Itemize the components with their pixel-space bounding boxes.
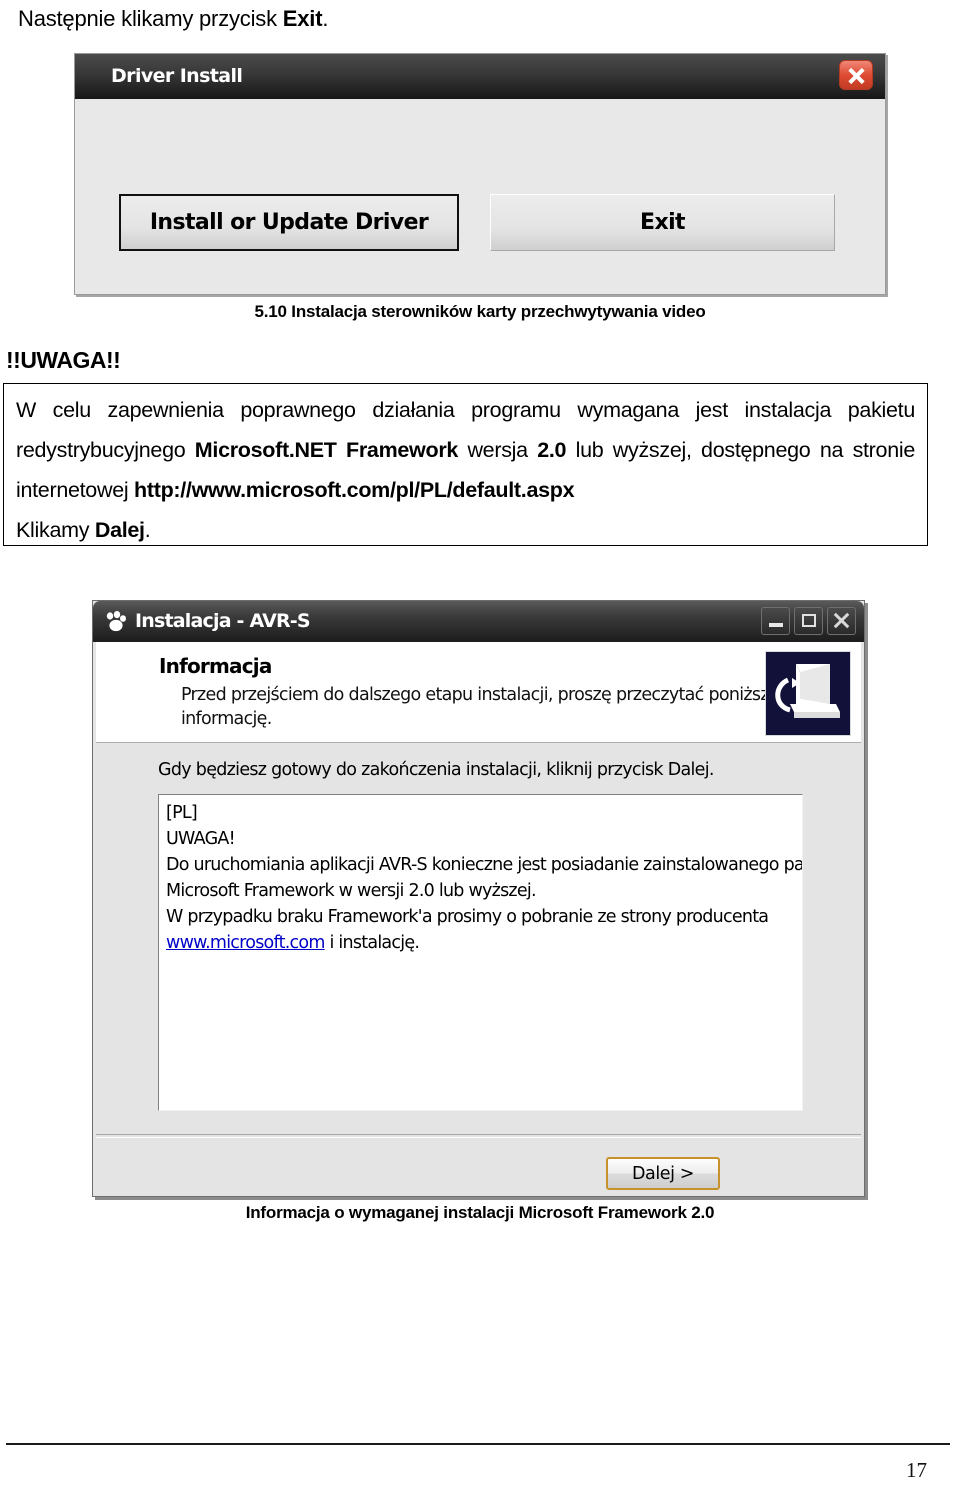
installer-subtext: Przed przejściem do dalszego etapu insta…: [181, 685, 780, 729]
note-box: W celu zapewnienia poprawnego działania …: [3, 383, 928, 546]
intro-text-bold: Exit: [282, 6, 323, 31]
installer-window: Instalacja - AVR-S Informacja Przed prze…: [92, 600, 865, 1197]
maximize-icon[interactable]: [794, 607, 823, 635]
memo-line: Microsoft Framework w wersji 2.0 lub wyż…: [166, 881, 537, 901]
note-paragraph-2: Klikamy Dalej.: [16, 510, 915, 550]
installer-prompt: Gdy będziesz gotowy do zakończenia insta…: [158, 760, 714, 780]
intro-text-prefix: Następnie klikamy przycisk: [18, 6, 283, 31]
information-memo[interactable]: [PL] UWAGA! Do uruchomiania aplikacji AV…: [158, 794, 803, 1111]
installer-title: Instalacja - AVR-S: [135, 610, 311, 632]
driver-install-titlebar: Driver Install: [75, 54, 885, 99]
note-next-label: Dalej: [94, 518, 145, 542]
close-icon[interactable]: [827, 607, 856, 635]
microsoft-link[interactable]: www.microsoft.com: [166, 933, 325, 953]
installer-header: Informacja Przed przejściem do dalszego …: [96, 642, 861, 743]
installer-body: Gdy będziesz gotowy do zakończenia insta…: [96, 743, 861, 1193]
installer-separator: [96, 1134, 861, 1138]
note-framework-name: Microsoft.NET Framework: [194, 438, 459, 462]
next-button[interactable]: Dalej >: [606, 1157, 720, 1190]
figure-caption-2: Informacja o wymaganej instalacji Micros…: [245, 1203, 715, 1222]
memo-link-tail: i instalację.: [324, 933, 420, 953]
page-number: 17: [906, 1458, 927, 1482]
intro-sentence: Następnie klikamy przycisk Exit.: [18, 6, 328, 32]
note-url: http://www.microsoft.com/pl/PL/default.a…: [134, 478, 575, 502]
memo-line: Do uruchomiania aplikacji AVR-S konieczn…: [166, 855, 803, 875]
paw-print-icon: [105, 611, 127, 632]
minimize-icon[interactable]: [761, 607, 790, 635]
computer-monitor-icon: [765, 651, 851, 736]
memo-line: [PL]: [166, 803, 198, 823]
intro-text-suffix: .: [322, 6, 329, 31]
driver-install-title: Driver Install: [111, 65, 243, 87]
note-version: 2.0: [537, 438, 567, 462]
driver-install-dialog: Driver Install Install or Update Driver …: [74, 53, 886, 295]
memo-line: UWAGA!: [166, 829, 236, 849]
installer-heading: Informacja: [159, 654, 272, 678]
exit-button[interactable]: Exit: [490, 194, 835, 251]
install-or-update-driver-button[interactable]: Install or Update Driver: [119, 194, 459, 251]
figure-caption-1: 5.10 Instalacja sterowników karty przech…: [254, 302, 706, 321]
note-text-2: wersja: [458, 438, 538, 462]
note-text-4: Klikamy: [16, 518, 95, 542]
memo-line-with-link: www.microsoft.com i instalację.: [166, 930, 795, 956]
close-icon[interactable]: [839, 60, 873, 90]
driver-install-body: Install or Update Driver Exit: [75, 99, 885, 294]
minimize-glyph: [769, 623, 783, 627]
installer-titlebar: Instalacja - AVR-S: [93, 601, 864, 642]
note-text-5: .: [144, 518, 151, 542]
uwaga-label: !!UWAGA!!: [6, 347, 121, 373]
memo-line: W przypadku braku Framework'a prosimy o …: [166, 907, 769, 927]
note-paragraph: W celu zapewnienia poprawnego działania …: [16, 390, 915, 510]
footer-rule: [6, 1443, 950, 1445]
maximize-glyph: [802, 614, 816, 627]
window-controls: [761, 607, 856, 635]
